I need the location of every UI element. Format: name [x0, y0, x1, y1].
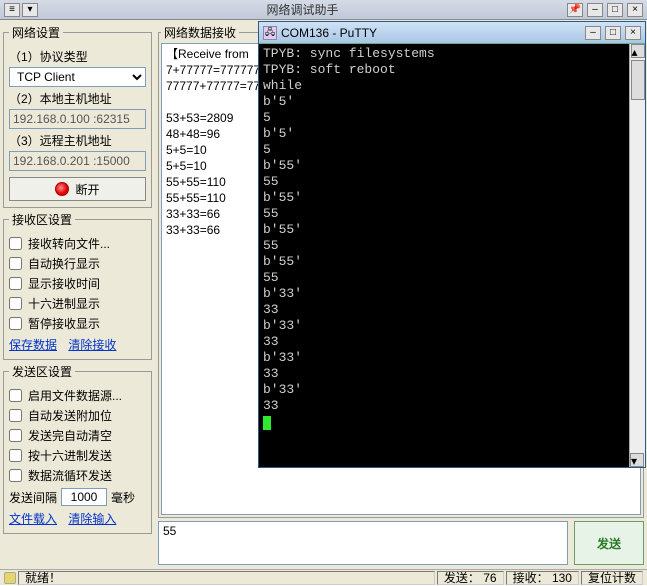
net-settings-legend: 网络设置 [9, 24, 63, 41]
file-load-link[interactable]: 文件载入 [9, 512, 57, 526]
recv-opt-chk-4[interactable] [9, 317, 22, 330]
send-settings-legend: 发送区设置 [9, 363, 75, 380]
local-label: （2）本地主机地址 [9, 90, 146, 107]
scroll-thumb[interactable] [631, 60, 645, 100]
putty-maximize-button[interactable]: □ [605, 26, 621, 40]
clear-recv-link[interactable]: 清除接收 [68, 338, 116, 352]
recv-opt-chk-2[interactable] [9, 277, 22, 290]
close-button[interactable]: × [627, 3, 643, 17]
recv-opt-lbl-3: 十六进制显示 [28, 295, 100, 312]
send-button[interactable]: 发送 [574, 521, 644, 565]
maximize-button[interactable]: □ [607, 3, 623, 17]
send-opt-chk-4[interactable] [9, 469, 22, 482]
interval-field[interactable] [61, 488, 107, 506]
send-opt-lbl-1: 自动发送附加位 [28, 407, 112, 424]
status-recv-label: 接收： [513, 569, 549, 586]
send-opt-chk-1[interactable] [9, 409, 22, 422]
send-opt-chk-3[interactable] [9, 449, 22, 462]
putty-window[interactable]: 🖧 COM136 - PuTTY – □ × TPYB: sync filesy… [258, 21, 646, 468]
send-opt-lbl-3: 按十六进制发送 [28, 447, 112, 464]
scroll-down-icon[interactable]: ▾ [630, 453, 644, 467]
interval-label: 发送间隔 [9, 489, 57, 506]
minimize-button[interactable]: – [587, 3, 603, 17]
send-opt-lbl-4: 数据流循环发送 [28, 467, 112, 484]
putty-titlebar[interactable]: 🖧 COM136 - PuTTY – □ × [259, 22, 645, 44]
disconnect-label: 断开 [75, 181, 99, 198]
recv-opt-chk-3[interactable] [9, 297, 22, 310]
putty-icon: 🖧 [263, 26, 277, 40]
status-recv-val: 130 [552, 571, 572, 585]
putty-close-button[interactable]: × [625, 26, 641, 40]
recv-settings-group: 接收区设置 接收转向文件...自动换行显示显示接收时间十六进制显示暂停接收显示 … [3, 211, 152, 360]
clear-input-link[interactable]: 清除输入 [68, 512, 116, 526]
recv-opt-lbl-0: 接收转向文件... [28, 235, 110, 252]
recv-opt-lbl-1: 自动换行显示 [28, 255, 100, 272]
window-title: 网络调试助手 [42, 1, 563, 18]
net-settings-group: 网络设置 （1）协议类型 TCP Client （2）本地主机地址 （3）远程主… [3, 24, 152, 208]
status-icon [4, 572, 16, 584]
remote-field[interactable] [9, 151, 146, 171]
status-send-label: 发送： [444, 569, 480, 586]
proto-select[interactable]: TCP Client [9, 67, 146, 87]
status-ready: 就绪！ [18, 571, 435, 585]
recv-opt-chk-1[interactable] [9, 257, 22, 270]
proto-label: （1）协议类型 [9, 48, 146, 65]
send-opt-chk-2[interactable] [9, 429, 22, 442]
scroll-up-icon[interactable]: ▴ [631, 44, 645, 58]
disconnect-button[interactable]: 断开 [9, 177, 146, 201]
putty-terminal[interactable]: TPYB: sync filesystems TPYB: soft reboot… [259, 44, 645, 467]
save-data-link[interactable]: 保存数据 [9, 338, 57, 352]
disconnect-icon [55, 182, 69, 196]
pin-icon[interactable]: 📌 [567, 3, 583, 17]
remote-label: （3）远程主机地址 [9, 132, 146, 149]
send-opt-lbl-2: 发送完自动清空 [28, 427, 112, 444]
recv-opt-lbl-4: 暂停接收显示 [28, 315, 100, 332]
app-icon: ≡ [4, 3, 20, 17]
status-send-val: 76 [483, 571, 496, 585]
send-input[interactable]: 55 [158, 521, 568, 565]
putty-minimize-button[interactable]: – [585, 26, 601, 40]
send-opt-chk-0[interactable] [9, 389, 22, 402]
interval-unit: 毫秒 [111, 489, 135, 506]
local-field[interactable] [9, 109, 146, 129]
main-titlebar: ≡ ▾ 网络调试助手 📌 – □ × [0, 0, 647, 20]
send-opt-lbl-0: 启用文件数据源... [28, 387, 122, 404]
send-settings-group: 发送区设置 启用文件数据源... 自动发送附加位发送完自动清空按十六进制发送数据流… [3, 363, 152, 534]
statusbar: 就绪！ 发送： 76 接收： 130 复位计数 [0, 569, 647, 585]
putty-title: COM136 - PuTTY [281, 26, 581, 40]
recv-opt-chk-0[interactable] [9, 237, 22, 250]
recv-opt-lbl-2: 显示接收时间 [28, 275, 100, 292]
recv-area-legend: 网络数据接收 [161, 24, 239, 41]
putty-scrollbar[interactable]: ▴ ▾ [629, 44, 645, 467]
dropdown-icon[interactable]: ▾ [22, 3, 38, 17]
recv-settings-legend: 接收区设置 [9, 211, 75, 228]
reset-count-button[interactable]: 复位计数 [581, 571, 643, 585]
